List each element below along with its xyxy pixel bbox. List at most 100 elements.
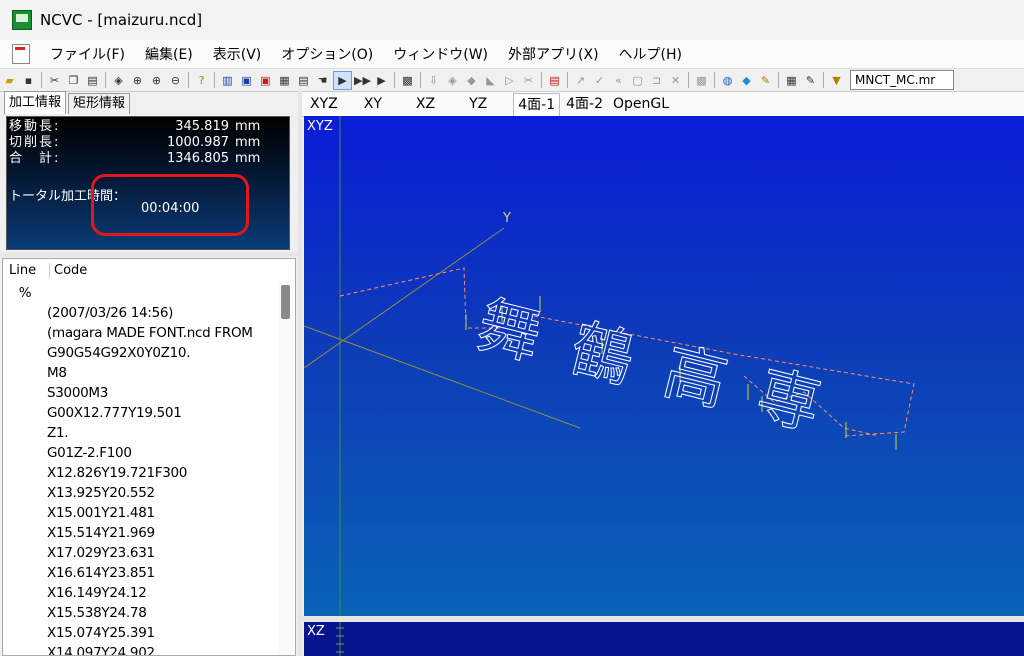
- hand-icon[interactable]: ☚: [314, 72, 331, 89]
- paste-icon[interactable]: ▤: [84, 72, 101, 89]
- code-list-row[interactable]: X15.074Y25.391: [3, 623, 275, 643]
- code-list-row[interactable]: G90G54G92X0Y0Z10.: [3, 343, 275, 363]
- code-list-row[interactable]: S3000M3: [3, 383, 275, 403]
- code-list-row[interactable]: X16.614Y23.851: [3, 563, 275, 583]
- total-length-label: 合 計:: [9, 151, 61, 166]
- xz-axis-drawing: [336, 622, 344, 656]
- code-list-row[interactable]: (2007/03/26 14:56): [3, 303, 275, 323]
- cut-length-unit: mm: [235, 135, 261, 150]
- zoom-out-icon[interactable]: ⊖: [167, 72, 184, 89]
- menu-view[interactable]: 表示(V): [203, 44, 272, 64]
- code-list-row[interactable]: M8: [3, 363, 275, 383]
- properties-icon[interactable]: ▩: [693, 72, 710, 89]
- tab-view-4pane-1[interactable]: 4面-1: [513, 92, 561, 116]
- menu-edit[interactable]: 編集(E): [135, 44, 203, 64]
- tool-shape-icon[interactable]: ◣: [482, 72, 499, 89]
- link-icon[interactable]: ⊐: [648, 72, 665, 89]
- help-icon[interactable]: ?: [193, 72, 210, 89]
- xz-view-canvas[interactable]: XZ: [304, 622, 1024, 656]
- frame-icon[interactable]: ▢: [629, 72, 646, 89]
- tool-arrow-icon[interactable]: ▷: [501, 72, 518, 89]
- tab-view-xy[interactable]: XY: [360, 93, 386, 115]
- y-axis-label: Y: [502, 211, 511, 226]
- tool-layer-icon[interactable]: ◈: [444, 72, 461, 89]
- code-list-scrollbar[interactable]: [279, 281, 293, 655]
- code-list-row[interactable]: (magara MADE FONT.ncd FROM: [3, 323, 275, 343]
- toolbar-separator: [105, 72, 106, 88]
- code-list-row[interactable]: G01Z-2.F100: [3, 443, 275, 463]
- code-line-text: X16.614Y23.851: [47, 565, 155, 581]
- machine-icon[interactable]: ▼: [828, 72, 845, 89]
- tab-view-yz[interactable]: YZ: [465, 93, 491, 115]
- code-list-row[interactable]: Z1.: [3, 423, 275, 443]
- menu-file[interactable]: ファイル(F): [40, 44, 135, 64]
- copy-icon[interactable]: ❐: [65, 72, 82, 89]
- tool-panel-icon[interactable]: ▤: [546, 72, 563, 89]
- play-icon[interactable]: ▶: [333, 70, 352, 90]
- column-header-code[interactable]: Code: [49, 263, 87, 278]
- open-folder-icon[interactable]: ▰: [1, 72, 18, 89]
- code-list-row[interactable]: X15.538Y24.78: [3, 603, 275, 623]
- wrench-icon[interactable]: ✎: [757, 72, 774, 89]
- expand-icon[interactable]: ↗: [572, 72, 589, 89]
- code-list-row[interactable]: X16.149Y24.12: [3, 583, 275, 603]
- tool-scissors-icon[interactable]: ✂: [520, 72, 537, 89]
- cube-icon[interactable]: ◆: [738, 72, 755, 89]
- code-list-row[interactable]: X14.097Y24.902: [3, 643, 275, 655]
- code-list-row[interactable]: X13.925Y20.552: [3, 483, 275, 503]
- code-line-text: (2007/03/26 14:56): [47, 305, 174, 321]
- edit-icon[interactable]: ✎: [802, 72, 819, 89]
- list-view-icon[interactable]: ▥: [219, 72, 236, 89]
- xyz-view-canvas[interactable]: Y 舞鶴高専 XYZ: [304, 116, 1024, 616]
- horizontal-splitter[interactable]: [0, 252, 298, 257]
- menu-window[interactable]: ウィンドウ(W): [383, 44, 498, 64]
- tab-machining-info[interactable]: 加工情報: [4, 91, 67, 114]
- menu-options[interactable]: オプション(O): [271, 44, 383, 64]
- move-length-value: 345.819: [175, 119, 229, 134]
- menu-external-apps[interactable]: 外部アプリ(X): [498, 44, 609, 64]
- code-list-row[interactable]: G00X12.777Y19.501: [3, 403, 275, 423]
- toolbar-separator: [688, 72, 689, 88]
- tab-view-xz[interactable]: XZ: [412, 93, 439, 115]
- menu-help[interactable]: ヘルプ(H): [609, 44, 692, 64]
- ncvc-app-icon[interactable]: [12, 10, 32, 30]
- tab-view-opengl[interactable]: OpenGL: [609, 93, 673, 115]
- grid-icon[interactable]: ▦: [276, 72, 293, 89]
- code-line-text: X15.001Y21.481: [47, 505, 155, 521]
- code-line-text: S3000M3: [47, 385, 109, 401]
- code-list-row[interactable]: %: [3, 283, 275, 303]
- dnc-icon[interactable]: ▦: [783, 72, 800, 89]
- column-header-line[interactable]: Line: [9, 263, 36, 278]
- rewind-icon[interactable]: «: [610, 72, 627, 89]
- scrollbar-thumb[interactable]: [281, 285, 290, 319]
- fast-forward-icon[interactable]: ▶▶: [354, 72, 371, 89]
- save-icon[interactable]: ▪: [20, 72, 37, 89]
- zoom-fit-icon[interactable]: ⊕: [129, 72, 146, 89]
- code-line-text: M8: [47, 365, 67, 381]
- machine-select[interactable]: MNCT_MC.mr: [850, 70, 954, 90]
- tool-down-icon[interactable]: ⇩: [425, 72, 442, 89]
- code-list-row[interactable]: X15.001Y21.481: [3, 503, 275, 523]
- x-icon[interactable]: ✕: [667, 72, 684, 89]
- cut-icon[interactable]: ✂: [46, 72, 63, 89]
- tab-rectangle-info[interactable]: 矩形情報: [68, 93, 131, 114]
- check-icon[interactable]: ✓: [591, 72, 608, 89]
- toolbar: ▰ ▪ ✂ ❐ ▤ ◈ ⊕ ⊕ ⊖ ? ▥ ▣ ▣ ▦ ▤ ☚ ▶ ▶▶ ▶ ▩…: [0, 68, 1024, 92]
- code-list-row[interactable]: X17.029Y23.631: [3, 543, 275, 563]
- document-icon[interactable]: [12, 44, 30, 64]
- window-icon[interactable]: ▣: [238, 72, 255, 89]
- zoom-in-icon[interactable]: ⊕: [148, 72, 165, 89]
- tool-stack-icon[interactable]: ◆: [463, 72, 480, 89]
- vertical-splitter[interactable]: [298, 90, 302, 656]
- close-doc-icon[interactable]: ▣: [257, 72, 274, 89]
- tab-view-xyz[interactable]: XYZ: [306, 93, 342, 115]
- cut-length-value: 1000.987: [166, 135, 229, 150]
- code-list-row[interactable]: X15.514Y21.969: [3, 523, 275, 543]
- table-icon[interactable]: ▤: [295, 72, 312, 89]
- code-list-row[interactable]: X12.826Y19.721F300: [3, 463, 275, 483]
- tab-view-4pane-2[interactable]: 4面-2: [562, 93, 607, 115]
- settings-icon[interactable]: ▩: [399, 72, 416, 89]
- globe-icon[interactable]: ◍: [719, 72, 736, 89]
- step-icon[interactable]: ▶: [373, 72, 390, 89]
- layers-icon[interactable]: ◈: [110, 72, 127, 89]
